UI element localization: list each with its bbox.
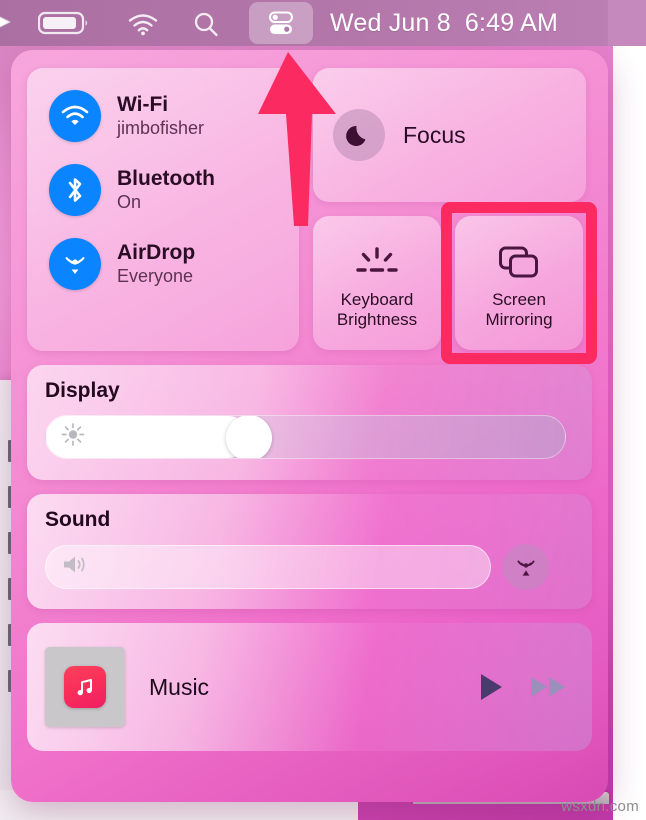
speaker-icon: [60, 552, 90, 583]
menu-bar-right-region: [608, 0, 646, 46]
menu-bar: Wed Jun 8 6:49 AM: [0, 0, 646, 46]
airdrop-icon[interactable]: [49, 238, 101, 290]
bluetooth-title: Bluetooth: [117, 167, 215, 191]
wifi-row[interactable]: Wi-Fi jimbofisher: [49, 90, 299, 142]
airdrop-subtitle: Everyone: [117, 265, 194, 286]
control-center-panel: Wi-Fi jimbofisher Bluetooth On AirDrop E…: [11, 50, 608, 802]
clock-time: 6:49 AM: [464, 8, 558, 37]
moon-icon: [333, 109, 385, 161]
wifi-text: Wi-Fi jimbofisher: [117, 93, 204, 138]
fast-forward-icon[interactable]: [528, 671, 570, 703]
cursor-arrow-icon: [0, 8, 20, 38]
connectivity-tile: Wi-Fi jimbofisher Bluetooth On AirDrop E…: [27, 68, 299, 351]
album-art-placeholder: [45, 647, 125, 727]
battery-icon[interactable]: [37, 11, 98, 35]
focus-label: Focus: [403, 121, 466, 148]
control-center-right-column: Focus Keyboard Brightness Screen Mirrori…: [313, 68, 597, 364]
play-icon[interactable]: [476, 671, 506, 703]
keyboard-brightness-label: Keyboard Brightness: [336, 290, 418, 329]
keyboard-brightness-icon: [350, 240, 404, 282]
menu-bar-clock[interactable]: Wed Jun 8 6:49 AM: [330, 0, 558, 46]
display-title: Display: [45, 379, 120, 402]
wifi-subtitle: jimbofisher: [117, 117, 205, 138]
airdrop-title: AirDrop: [117, 241, 196, 265]
control-center-square-tiles: Keyboard Brightness Screen Mirroring: [313, 202, 597, 364]
airdrop-text: AirDrop Everyone: [117, 241, 195, 286]
control-center-top-grid: Wi-Fi jimbofisher Bluetooth On AirDrop E…: [27, 68, 597, 364]
bluetooth-row[interactable]: Bluetooth On: [49, 164, 299, 216]
bluetooth-icon[interactable]: [49, 164, 101, 216]
sound-title: Sound: [45, 508, 111, 531]
music-title: Music: [149, 673, 210, 700]
display-slider[interactable]: [45, 415, 566, 459]
sound-slider[interactable]: [45, 545, 491, 589]
watermark: wsxdn.com: [561, 798, 639, 815]
display-slider-knob[interactable]: [226, 416, 273, 458]
screen-mirroring-label: Screen Mirroring: [485, 290, 553, 329]
music-app-icon: [64, 666, 106, 708]
screen-mirroring-tile[interactable]: Screen Mirroring: [455, 216, 583, 350]
search-icon[interactable]: [192, 11, 220, 37]
focus-tile[interactable]: Focus: [313, 68, 586, 202]
keyboard-brightness-tile[interactable]: Keyboard Brightness: [313, 216, 441, 350]
sound-row: [45, 544, 574, 590]
wifi-icon[interactable]: [49, 90, 101, 142]
control-center-icon[interactable]: [249, 2, 313, 44]
airplay-audio-icon[interactable]: [503, 544, 549, 590]
bluetooth-text: Bluetooth On: [117, 167, 215, 212]
screen-mirroring-icon: [497, 240, 541, 282]
music-card: Music: [27, 623, 592, 751]
wifi-title: Wi-Fi: [117, 93, 169, 117]
screen-mirroring-tile-wrapper: Screen Mirroring: [441, 202, 597, 364]
brightness-sun-icon: [60, 422, 86, 453]
display-card: Display: [27, 365, 592, 480]
wifi-menu-icon[interactable]: [126, 12, 160, 36]
bluetooth-subtitle: On: [117, 191, 142, 212]
clock-date: Wed Jun 8: [330, 8, 451, 37]
airdrop-row[interactable]: AirDrop Everyone: [49, 238, 299, 290]
sound-card: Sound: [27, 494, 592, 609]
